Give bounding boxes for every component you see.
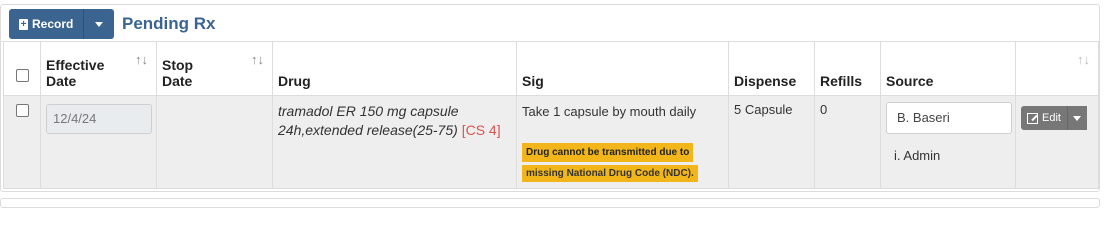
- row-select-cell: [3, 95, 41, 189]
- edit-dropdown-toggle[interactable]: [1066, 106, 1087, 130]
- record-button-label: Record: [32, 17, 74, 31]
- column-header-refills: Refills: [814, 41, 881, 96]
- ndc-warning-line2: missing National Drug Code (NDC).: [522, 165, 698, 182]
- pending-rx-table: Effective Date ↑↓ Stop Date ↑↓ Drug Sig …: [3, 41, 1099, 189]
- select-all-checkbox[interactable]: [15, 69, 29, 82]
- effective-date-header-line2: Date: [46, 73, 77, 89]
- edit-button[interactable]: Edit: [1021, 106, 1067, 130]
- column-header-stop-date[interactable]: Stop Date ↑↓: [156, 41, 273, 96]
- edit-icon: [1027, 112, 1038, 124]
- drug-line2: 24h,extended release(25-75): [278, 122, 458, 138]
- drug-name: tramadol ER 150 mg capsule 24h,extended …: [278, 102, 511, 140]
- column-header-dispense: Dispense: [728, 41, 815, 96]
- table-row: 12/4/24 tramadol ER 150 mg capsule 24h,e…: [3, 95, 1099, 189]
- drug-cell: tramadol ER 150 mg capsule 24h,extended …: [272, 95, 517, 189]
- sort-asc-icon[interactable]: ↑↓: [251, 52, 264, 67]
- ndc-warning-line1: Drug cannot be transmitted due to: [522, 143, 694, 162]
- add-icon: +: [19, 18, 28, 30]
- row-checkbox[interactable]: [15, 104, 29, 117]
- chevron-down-icon: [1073, 115, 1082, 121]
- sort-icon[interactable]: ↑↓: [1077, 52, 1090, 67]
- effective-date-header-line1: Effective: [46, 57, 105, 73]
- effective-date-field[interactable]: 12/4/24: [46, 104, 152, 134]
- select-all-header: [3, 41, 41, 96]
- drug-line1: tramadol ER 150 mg capsule: [278, 103, 459, 119]
- table-header-row: Effective Date ↑↓ Stop Date ↑↓ Drug Sig …: [3, 41, 1099, 96]
- effective-date-cell: 12/4/24: [40, 95, 157, 189]
- dispense-cell: 5 Capsule: [728, 95, 815, 189]
- column-header-drug: Drug: [272, 41, 517, 96]
- column-header-sig: Sig: [516, 41, 729, 96]
- controlled-schedule-badge: [CS 4]: [461, 122, 501, 138]
- sort-icon[interactable]: ↑↓: [135, 52, 148, 67]
- next-panel: [0, 198, 1100, 208]
- column-header-actions: ↑↓: [1015, 41, 1099, 96]
- column-header-source: Source: [880, 41, 1016, 96]
- stop-date-cell: [156, 95, 273, 189]
- source-cell: B. Baseri i. Admin: [880, 95, 1016, 189]
- panel-header: + Record Pending Rx: [1, 5, 1099, 41]
- refills-cell: 0: [814, 95, 881, 189]
- panel-title: Pending Rx: [122, 14, 216, 33]
- source-user: i. Admin: [894, 148, 941, 163]
- sig-cell: Take 1 capsule by mouth daily Drug canno…: [516, 95, 729, 189]
- edit-button-group: Edit: [1021, 106, 1093, 130]
- record-button[interactable]: + Record: [9, 9, 85, 39]
- column-header-effective-date[interactable]: Effective Date ↑↓: [40, 41, 157, 96]
- edit-button-label: Edit: [1042, 112, 1061, 124]
- chevron-down-icon: [95, 21, 104, 27]
- record-button-group: + Record: [9, 9, 115, 39]
- source-provider-field[interactable]: B. Baseri: [886, 102, 1012, 134]
- sig-text: Take 1 capsule by mouth daily: [522, 104, 697, 119]
- stop-date-header-line2: Date: [162, 73, 193, 89]
- stop-date-header-line1: Stop: [162, 57, 194, 73]
- record-dropdown-toggle[interactable]: [84, 9, 115, 39]
- actions-cell: Edit: [1015, 95, 1099, 189]
